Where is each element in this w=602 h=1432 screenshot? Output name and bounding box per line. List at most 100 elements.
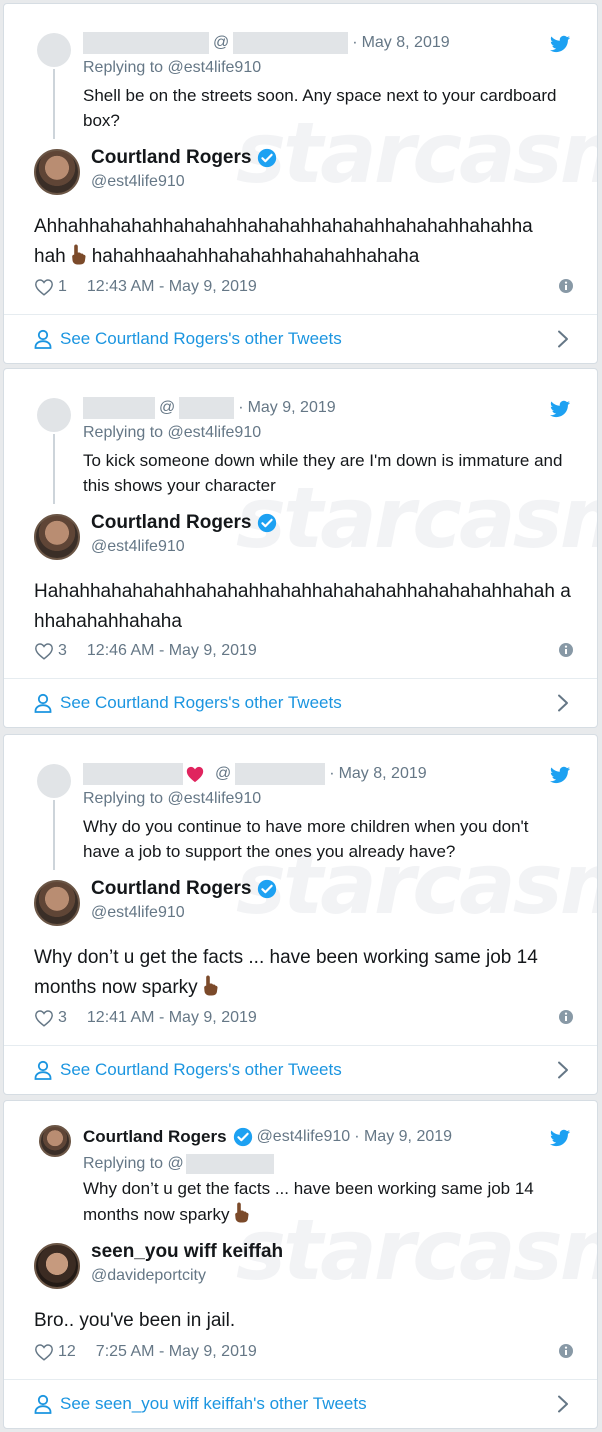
tweet-author[interactable]: seen_you wiff keiffah @davideportcity [34,1241,574,1295]
at-sign: @ [213,34,230,51]
like-count: 12 [58,1343,76,1360]
reply-header: @ · May 8, 2019 [83,763,427,785]
heart-icon[interactable] [34,642,54,660]
tweet-text: Hahahhahahahahhahahahhahahhahahahahhahah… [34,581,571,632]
replying-to[interactable]: Replying to @ [83,1155,184,1173]
heart-icon[interactable] [34,1343,54,1361]
tweet-meta: 12 7:25 AM - May 9, 2019 [34,1340,574,1364]
author-name[interactable]: Courtland Rogers [91,147,251,169]
reply-date[interactable]: May 8, 2019 [362,34,450,52]
info-icon[interactable] [558,278,574,294]
at-sign: @ [159,399,176,416]
see-other-tweets-label[interactable]: See Courtland Rogers's other Tweets [60,1060,342,1080]
author-name[interactable]: Courtland Rogers [91,512,251,534]
verified-badge-icon [233,1127,253,1147]
see-other-tweets-label[interactable]: See Courtland Rogers's other Tweets [60,693,342,713]
verified-badge-icon [257,879,277,899]
info-icon[interactable] [558,1343,574,1359]
redacted-handle [185,1154,274,1174]
tweet-card-1: starcasm @ · May 8, 2019 Replying to @es… [3,3,598,364]
thread-line [53,434,55,504]
chevron-right-icon[interactable] [557,1061,569,1079]
avatar[interactable] [34,149,80,195]
chevron-right-icon[interactable] [557,694,569,712]
thread-line [53,69,55,139]
redacted-name [83,32,209,54]
thread-line [53,800,55,870]
see-other-tweets-link[interactable]: See seen_you wiff keiffah's other Tweets [4,1381,597,1427]
redacted-handle [235,763,326,785]
author-name[interactable]: seen_you wiff keiffah [91,1241,283,1263]
reply-avatar-redacted[interactable] [37,33,71,67]
reply-date[interactable]: · May 9, 2019 [354,1128,452,1146]
replying-to[interactable]: Replying to @est4life910 [83,790,261,808]
divider [4,1045,597,1046]
reply-text: To kick someone down while they are I'm … [83,451,563,495]
avatar[interactable] [34,514,80,560]
like-count: 3 [58,1009,67,1026]
like-count: 1 [58,278,67,295]
author-handle[interactable]: @est4life910 [91,538,185,556]
heart-icon[interactable] [34,1009,54,1027]
author-name[interactable]: Courtland Rogers [91,878,251,900]
divider [4,678,597,679]
reply-text: Why don’t u get the facts ... have been … [83,1179,534,1224]
chevron-right-icon[interactable] [557,330,569,348]
author-handle[interactable]: @est4life910 [91,173,185,191]
reply-avatar-redacted[interactable] [37,398,71,432]
reply-date[interactable]: May 8, 2019 [339,765,427,783]
tweet-author[interactable]: Courtland Rogers @est4life910 [34,512,574,566]
middle-finger-emoji [69,243,87,265]
replying-to[interactable]: Replying to @est4life910 [83,59,261,77]
reply-avatar-redacted[interactable] [37,764,71,798]
see-other-tweets-link[interactable]: See Courtland Rogers's other Tweets [4,316,597,362]
twitter-bird-icon[interactable] [550,766,570,784]
at-sign: @ [215,765,232,782]
tweet-text: Bro.. you've been in jail. [34,1310,236,1331]
person-icon [34,1060,52,1080]
tweet-meta: 3 12:46 AM - May 9, 2019 [34,639,574,663]
redacted-name [83,763,183,785]
chevron-right-icon[interactable] [557,1395,569,1413]
avatar[interactable] [34,1243,80,1289]
middle-finger-emoji [232,1201,250,1223]
avatar[interactable] [34,880,80,926]
tweet-text-line-2a: hah [34,246,66,267]
tweet-meta: 3 12:41 AM - May 9, 2019 [34,1006,574,1030]
like-count: 3 [58,642,67,659]
tweet-author[interactable]: Courtland Rogers @est4life910 [34,147,574,201]
timestamp[interactable]: 12:46 AM - May 9, 2019 [87,642,257,660]
reply-header: Courtland Rogers @est4life910 · May 9, 2… [83,1127,452,1147]
replying-to[interactable]: Replying to @est4life910 [83,424,261,442]
person-icon [34,1394,52,1414]
info-icon[interactable] [558,1009,574,1025]
tweet-text: Why don’t u get the facts ... have been … [34,943,579,1003]
tweet-author[interactable]: Courtland Rogers @est4life910 [34,878,574,932]
redacted-handle [179,397,235,419]
avatar[interactable] [39,1125,71,1157]
reply-author-handle[interactable]: @est4life910 [257,1128,351,1146]
reply-text: Why do you continue to have more childre… [83,817,529,861]
twitter-bird-icon[interactable] [550,35,570,53]
verified-badge-icon [257,148,277,168]
divider [4,1379,597,1380]
see-other-tweets-label[interactable]: See Courtland Rogers's other Tweets [60,329,342,349]
twitter-bird-icon[interactable] [550,1129,570,1147]
verified-badge-icon [257,513,277,533]
info-icon[interactable] [558,642,574,658]
see-other-tweets-label[interactable]: See seen_you wiff keiffah's other Tweets [60,1394,367,1414]
twitter-bird-icon[interactable] [550,400,570,418]
timestamp[interactable]: 12:41 AM - May 9, 2019 [87,1009,257,1027]
reply-author-name[interactable]: Courtland Rogers [83,1127,227,1147]
timestamp[interactable]: 12:43 AM - May 9, 2019 [87,278,257,296]
heart-icon[interactable] [34,278,54,296]
timestamp[interactable]: 7:25 AM - May 9, 2019 [96,1343,257,1361]
redacted-handle [233,32,349,54]
reply-date[interactable]: May 9, 2019 [248,399,336,417]
see-other-tweets-link[interactable]: See Courtland Rogers's other Tweets [4,680,597,726]
tweet-meta: 1 12:43 AM - May 9, 2019 [34,275,574,299]
author-handle[interactable]: @est4life910 [91,904,185,922]
redacted-name [83,397,155,419]
author-handle[interactable]: @davideportcity [91,1267,206,1285]
see-other-tweets-link[interactable]: See Courtland Rogers's other Tweets [4,1047,597,1093]
